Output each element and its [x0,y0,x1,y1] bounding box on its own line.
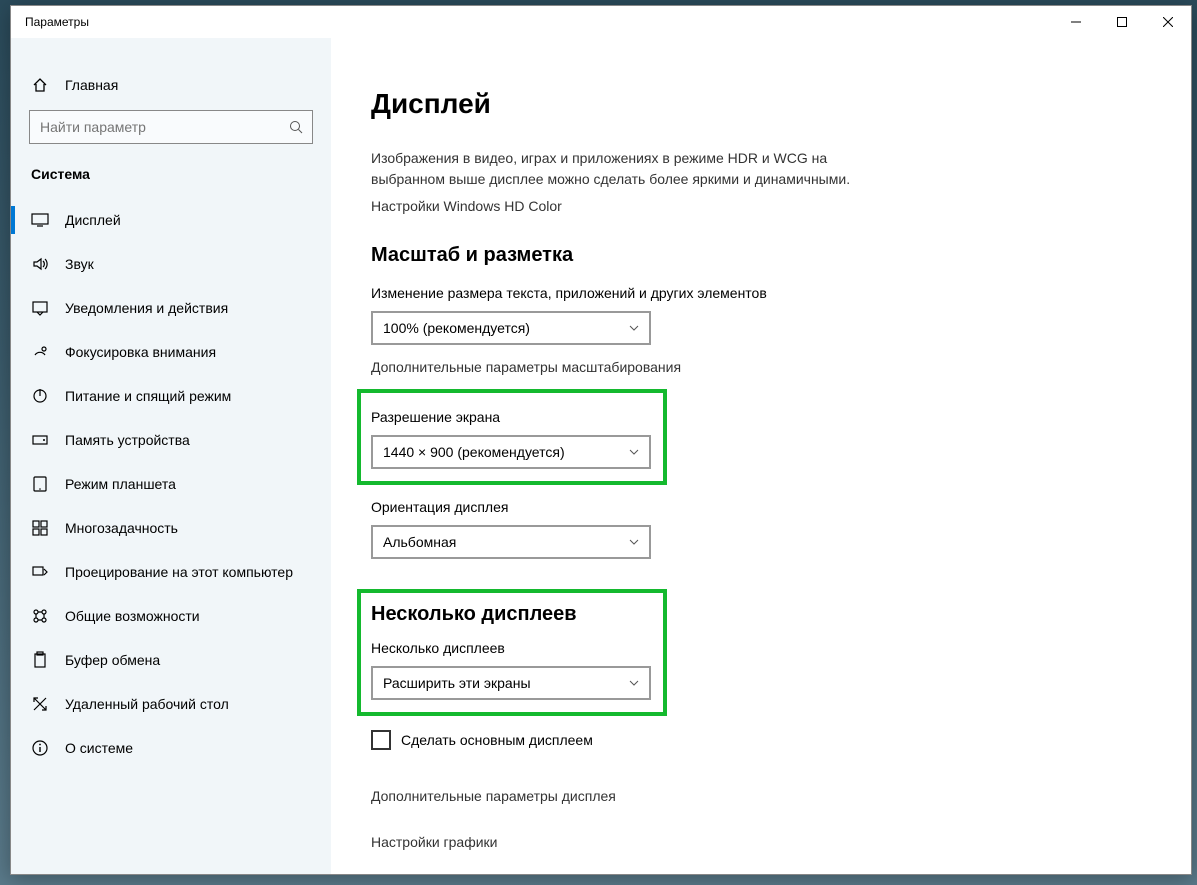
chevron-down-icon [629,325,639,331]
sidebar-item-3[interactable]: Фокусировка внимания [11,330,331,374]
scale-heading: Масштаб и разметка [371,244,1151,267]
sidebar-item-label: Общие возможности [65,608,200,624]
advanced-display-link[interactable]: Дополнительные параметры дисплея [371,788,1151,804]
graphics-link[interactable]: Настройки графики [371,834,1151,850]
display-icon [31,211,49,229]
nav-list: Дисплей Звук Уведомления и действия Фокусир… [11,198,331,770]
sidebar-item-label: О системе [65,740,133,756]
search-wrap [11,104,331,156]
home-icon [31,76,49,94]
sidebar-item-7[interactable]: Многозадачность [11,506,331,550]
project-icon [31,563,49,581]
home-link[interactable]: Главная [11,68,331,104]
resolution-label: Разрешение экрана [371,409,653,425]
resolution-value: 1440 × 900 (рекомендуется) [383,444,565,460]
multi-value: Расширить эти экраны [383,675,531,691]
window-controls [1053,6,1191,38]
close-button[interactable] [1145,6,1191,38]
clipboard-icon [31,651,49,669]
sidebar-item-label: Питание и спящий режим [65,388,231,404]
scale-value: 100% (рекомендуется) [383,320,530,336]
minimize-button[interactable] [1053,6,1099,38]
chevron-down-icon [629,449,639,455]
multi-display-highlight: Несколько дисплеев Несколько дисплеев Ра… [357,589,667,716]
sidebar-item-0[interactable]: Дисплей [11,198,331,242]
sidebar-item-label: Память устройства [65,432,190,448]
chevron-down-icon [629,539,639,545]
shared-icon [31,607,49,625]
focus-icon [31,343,49,361]
sidebar-item-label: Уведомления и действия [65,300,228,316]
resolution-dropdown[interactable]: 1440 × 900 (рекомендуется) [371,435,651,469]
about-icon [31,739,49,757]
storage-icon [31,431,49,449]
orientation-label: Ориентация дисплея [371,499,1151,515]
sidebar-item-1[interactable]: Звук [11,242,331,286]
remote-icon [31,695,49,713]
make-main-label: Сделать основным дисплеем [401,732,593,748]
make-main-checkbox[interactable] [371,730,391,750]
sidebar-item-label: Режим планшета [65,476,176,492]
tablet-icon [31,475,49,493]
page-title: Дисплей [371,88,1151,120]
orientation-dropdown[interactable]: Альбомная [371,525,651,559]
make-main-row: Сделать основным дисплеем [371,730,1151,750]
category-label: Система [11,156,331,198]
multi-label: Несколько дисплеев [371,640,653,656]
notifications-icon [31,299,49,317]
main-content: Дисплей Изображения в видео, играх и при… [331,38,1191,874]
orientation-value: Альбомная [383,534,456,550]
settings-window: Параметры Главная [10,5,1192,875]
sidebar-item-12[interactable]: О системе [11,726,331,770]
sidebar-item-label: Удаленный рабочий стол [65,696,229,712]
sidebar-item-8[interactable]: Проецирование на этот компьютер [11,550,331,594]
maximize-button[interactable] [1099,6,1145,38]
scale-dropdown[interactable]: 100% (рекомендуется) [371,311,651,345]
home-label: Главная [65,77,118,93]
search-input[interactable] [29,110,313,144]
sidebar-item-label: Буфер обмена [65,652,160,668]
titlebar: Параметры [11,6,1191,38]
hdr-description: Изображения в видео, играх и приложениях… [371,148,871,190]
multitask-icon [31,519,49,537]
sidebar-item-label: Звук [65,256,94,272]
sidebar-item-5[interactable]: Память устройства [11,418,331,462]
sidebar-item-4[interactable]: Питание и спящий режим [11,374,331,418]
window-title: Параметры [25,15,89,29]
power-icon [31,387,49,405]
multi-heading: Несколько дисплеев [371,603,653,626]
sidebar-item-label: Многозадачность [65,520,178,536]
sidebar-item-label: Дисплей [65,212,121,228]
chevron-down-icon [629,680,639,686]
resolution-highlight: Разрешение экрана 1440 × 900 (рекомендуе… [357,389,667,485]
sound-icon [31,255,49,273]
sidebar-item-label: Фокусировка внимания [65,344,216,360]
sidebar-item-2[interactable]: Уведомления и действия [11,286,331,330]
scale-advanced-link[interactable]: Дополнительные параметры масштабирования [371,359,1151,375]
search-icon [289,120,303,134]
sidebar-item-10[interactable]: Буфер обмена [11,638,331,682]
multi-dropdown[interactable]: Расширить эти экраны [371,666,651,700]
sidebar: Главная Система Дисплей Звук Уведомления и… [11,38,331,874]
body: Главная Система Дисплей Звук Уведомления и… [11,38,1191,874]
sidebar-item-9[interactable]: Общие возможности [11,594,331,638]
sidebar-item-6[interactable]: Режим планшета [11,462,331,506]
sidebar-item-label: Проецирование на этот компьютер [65,564,293,580]
scale-label: Изменение размера текста, приложений и д… [371,285,1151,301]
sidebar-item-11[interactable]: Удаленный рабочий стол [11,682,331,726]
hdr-color-link[interactable]: Настройки Windows HD Color [371,198,1151,214]
